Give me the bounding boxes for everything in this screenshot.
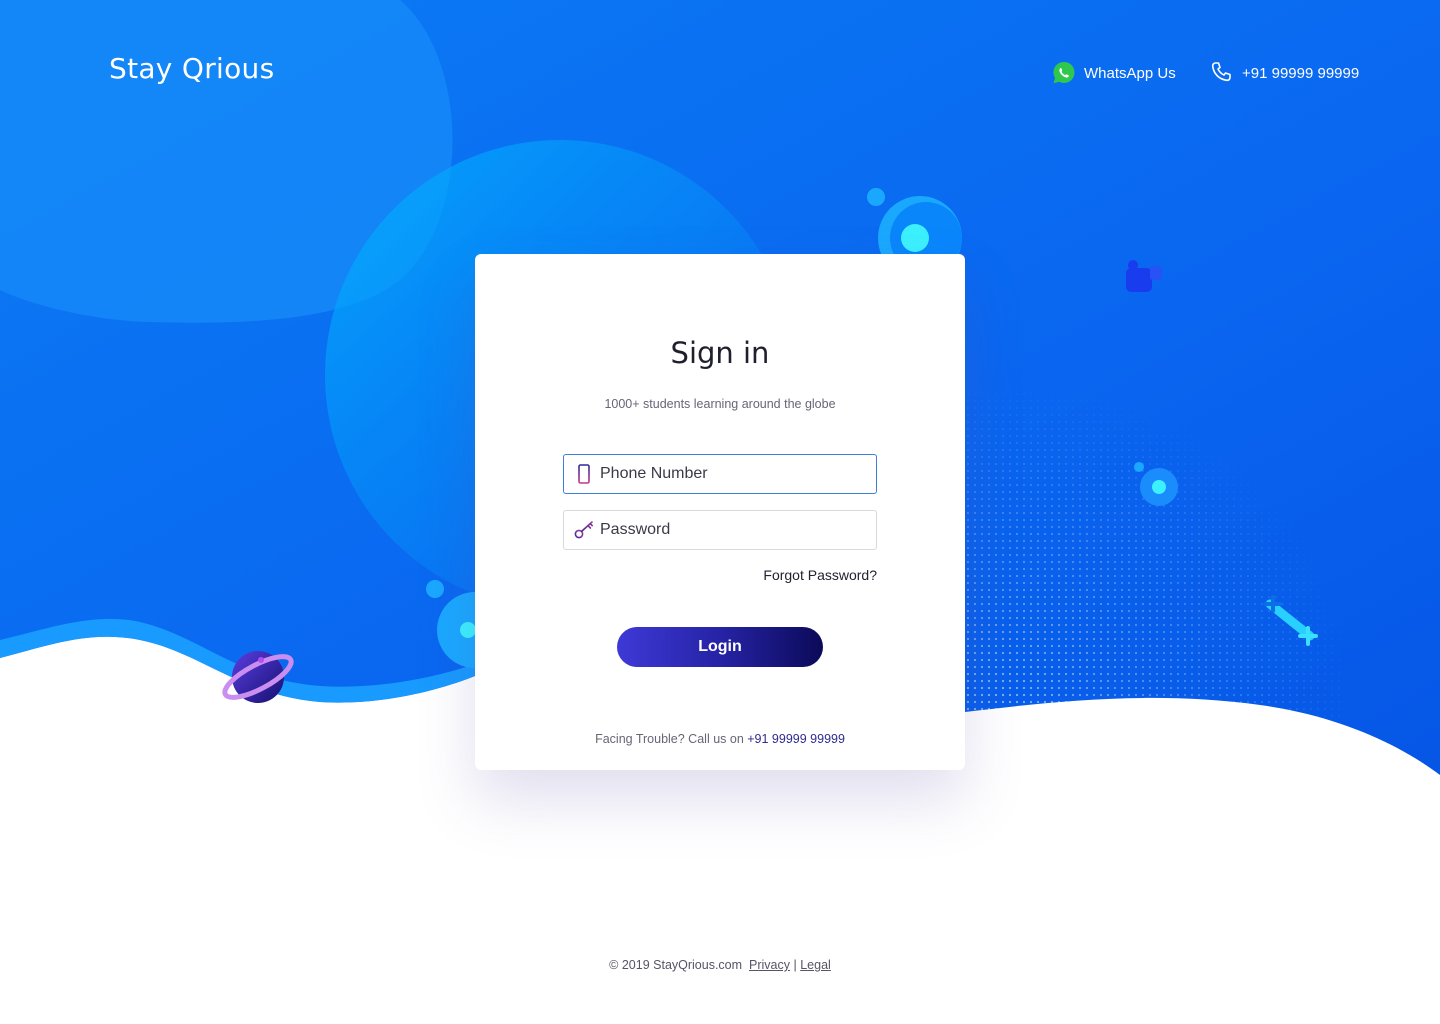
forgot-password-link[interactable]: Forgot Password?	[763, 567, 877, 583]
phone-icon	[1209, 60, 1235, 86]
copyright-text: © 2019 StayQrious.com	[609, 958, 743, 972]
footer: © 2019 StayQrious.com Privacy | Legal	[0, 958, 1440, 972]
trouble-label: Facing Trouble? Call us on	[595, 732, 748, 746]
logo[interactable]: Stay Qrious	[109, 52, 274, 85]
legal-link[interactable]: Legal	[800, 958, 831, 972]
whatsapp-link[interactable]: WhatsApp Us	[1051, 60, 1176, 86]
signin-card: Sign in 1000+ students learning around t…	[475, 254, 965, 770]
astronaut-icon	[1126, 260, 1162, 292]
phone-number-label: +91 99999 99999	[1242, 64, 1360, 82]
key-icon	[573, 519, 595, 541]
login-button[interactable]: Login	[617, 627, 823, 667]
whatsapp-icon	[1051, 60, 1077, 86]
footer-separator: |	[793, 958, 797, 972]
mobile-phone-icon	[573, 463, 595, 485]
password-field[interactable]	[563, 510, 877, 550]
trouble-text: Facing Trouble? Call us on +91 99999 999…	[475, 732, 965, 746]
phone-number-input[interactable]	[600, 456, 876, 492]
signin-title: Sign in	[670, 336, 770, 370]
signin-subtitle: 1000+ students learning around the globe	[604, 397, 836, 411]
trouble-phone-link[interactable]: +91 99999 99999	[747, 732, 845, 746]
privacy-link[interactable]: Privacy	[749, 958, 790, 972]
planet-icon	[222, 651, 294, 703]
phone-number-field[interactable]	[563, 454, 877, 494]
password-input[interactable]	[600, 512, 876, 548]
rocket-icon	[1264, 595, 1318, 646]
signin-page: Stay Qrious WhatsApp Us +91 99999 99999 …	[0, 0, 1440, 1024]
phone-link[interactable]: +91 99999 99999	[1209, 60, 1359, 86]
whatsapp-label: WhatsApp Us	[1084, 64, 1176, 82]
